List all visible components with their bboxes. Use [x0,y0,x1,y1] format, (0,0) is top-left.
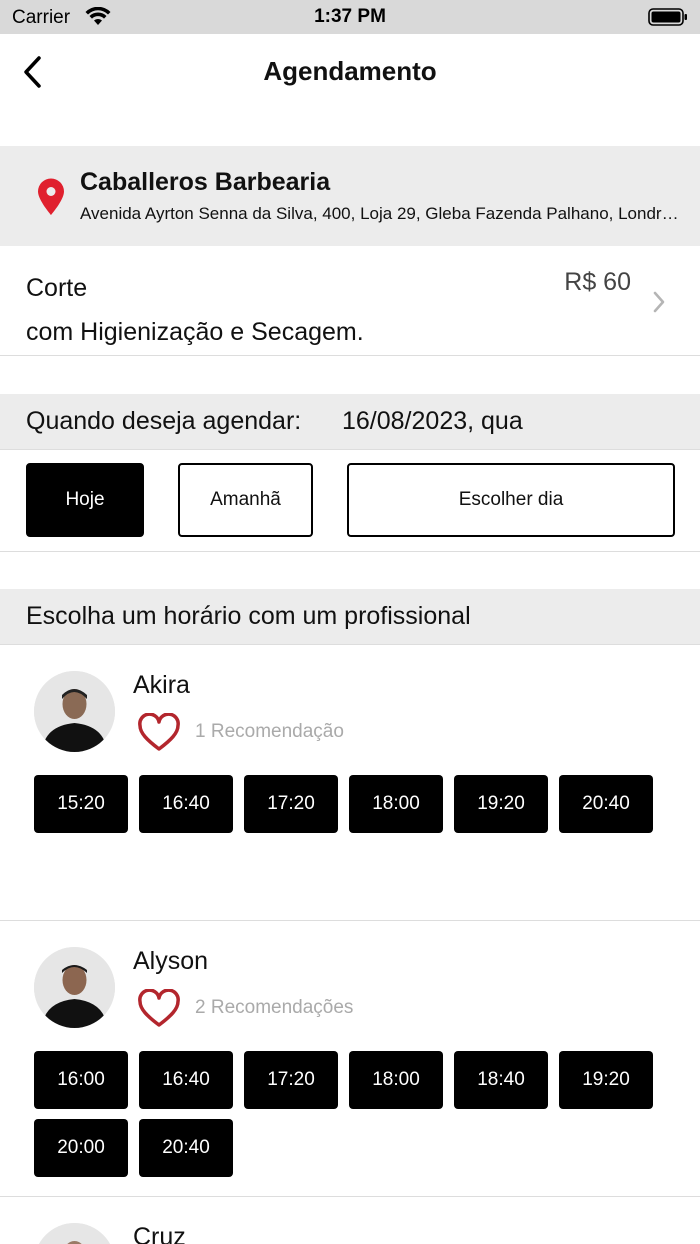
avatar[interactable] [34,671,115,752]
battery-icon [648,8,687,26]
nav-bar: Agendamento [0,34,700,110]
professional-name: Alyson [133,947,209,975]
professional-name: Akira [133,671,190,699]
time-slot-list: 16:00 16:40 17:20 18:00 18:40 19:20 20:0… [34,1051,674,1177]
service-price: R$ 60 [564,268,631,296]
time-slot-button[interactable]: 17:20 [244,1051,338,1109]
shop-info: Caballeros Barbearia Avenida Ayrton Senn… [0,146,700,246]
time-slot-button[interactable]: 18:40 [454,1051,548,1109]
heart-outline-icon[interactable] [137,713,181,753]
time-slot-button[interactable]: 19:20 [454,775,548,833]
professional-card: Cruz [0,1197,700,1244]
avatar[interactable] [34,1223,115,1244]
avatar-image [34,671,115,752]
time-slot-button[interactable]: 18:00 [349,1051,443,1109]
avatar-image [34,1223,115,1244]
professional-card: Akira 1 Recomendação 15:20 16:40 17:20 1… [0,645,700,921]
selected-date: 16/08/2023, qua [342,407,523,435]
chevron-right-icon [653,291,665,313]
professional-name: Cruz [133,1223,186,1244]
time-slot-button[interactable]: 16:40 [139,1051,233,1109]
professionals-header: Escolha um horário com um profissional [0,589,700,645]
recommendation-count: 2 Recomendações [195,997,354,1018]
time-slot-button[interactable]: 19:20 [559,1051,653,1109]
date-label: Quando deseja agendar: [26,407,302,435]
time-slot-button[interactable]: 15:20 [34,775,128,833]
time-slot-button[interactable]: 17:20 [244,775,338,833]
time-slot-button[interactable]: 18:00 [349,775,443,833]
today-button[interactable]: Hoje [26,463,144,537]
service-row[interactable]: Corte com Higienização e Secagem. R$ 60 [0,246,700,356]
tomorrow-button[interactable]: Amanhã [178,463,313,537]
day-selector: Hoje Amanhã Escolher dia [0,450,700,552]
time-slot-list: 15:20 16:40 17:20 18:00 19:20 20:40 [34,775,674,833]
date-header: Quando deseja agendar: 16/08/2023, qua [0,394,700,450]
status-bar: Carrier 1:37 PM [0,0,700,34]
choose-day-button[interactable]: Escolher dia [347,463,675,537]
avatar-image [34,947,115,1028]
avatar[interactable] [34,947,115,1028]
time-slot-button[interactable]: 20:00 [34,1119,128,1177]
shop-address: Avenida Ayrton Senna da Silva, 400, Loja… [80,204,680,223]
professionals-header-label: Escolha um horário com um profissional [26,602,471,630]
time-slot-button[interactable]: 20:40 [559,775,653,833]
time-slot-button[interactable]: 20:40 [139,1119,233,1177]
clock: 1:37 PM [314,6,386,27]
professional-card: Alyson 2 Recomendações 16:00 16:40 17:20… [0,921,700,1197]
page-title: Agendamento [263,56,437,86]
shop-name: Caballeros Barbearia [80,168,331,196]
recommendation-count: 1 Recomendação [195,721,344,742]
service-name: Corte [26,274,88,302]
heart-outline-icon[interactable] [137,989,181,1029]
time-slot-button[interactable]: 16:00 [34,1051,128,1109]
time-slot-button[interactable]: 16:40 [139,775,233,833]
map-pin-icon [38,178,64,215]
service-description: com Higienização e Secagem. [26,318,364,346]
